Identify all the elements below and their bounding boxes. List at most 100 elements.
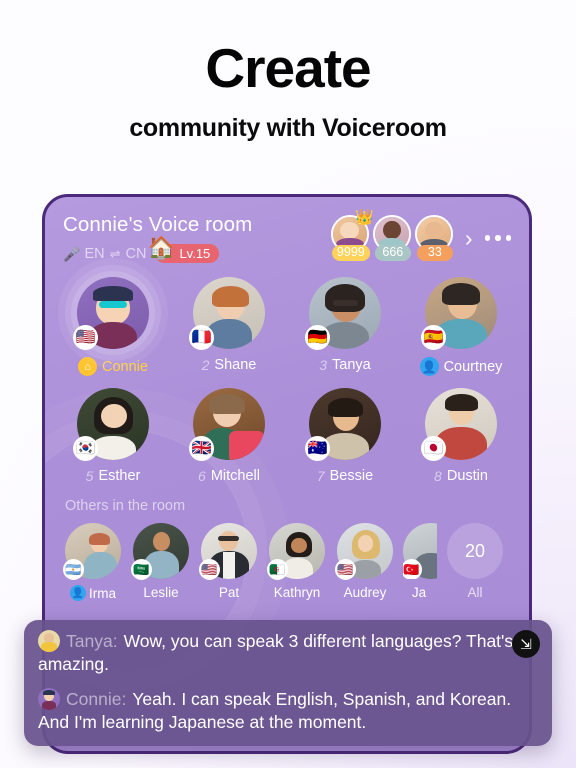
speaker-seat[interactable]: 🇦🇺 7 Bessie [287, 388, 403, 492]
chat-message: Tanya: Wow, you can speak 3 different lan… [38, 630, 538, 677]
top-supporter-item[interactable]: 33 [414, 215, 455, 261]
speaker-seat[interactable]: 🇪🇸 👤 Courtney [403, 277, 519, 384]
view-all-participants[interactable]: 20 All [445, 523, 505, 600]
flag-icon: 🇪🇸 [421, 325, 446, 350]
other-label: Audrey [344, 585, 387, 600]
speaker-name: Connie [102, 358, 148, 375]
other-participant[interactable]: 🇩🇿 Kathryn [267, 523, 327, 600]
avatar-wrap: 🇬🇧 [189, 388, 265, 461]
speaker-seat-number: 6 [198, 468, 206, 484]
avatar-wrap: 🇩🇿 [267, 523, 325, 580]
flag-icon: 🇯🇵 [421, 436, 446, 461]
speaker-seat[interactable]: 🇫🇷 2 Shane [171, 277, 287, 384]
avatar-wrap: 🇺🇸 [73, 277, 149, 350]
other-name: Ja [411, 585, 427, 600]
expand-icon[interactable]: ⇲ [512, 630, 540, 658]
others-list: 🇦🇷 👤 Irma 🇸🇦 Leslie 🇺🇸 Pat 🇩🇿 Kathryn 🇺🇸… [45, 514, 529, 601]
speaker-name: Bessie [329, 468, 374, 484]
speaker-seat-number: 2 [201, 357, 210, 373]
avatar [38, 630, 60, 652]
flag-icon: 🇩🇿 [267, 559, 288, 580]
other-label: Pat [219, 585, 239, 600]
speaker-seat[interactable]: 🇰🇷 5 Esther [55, 388, 171, 492]
swap-icon: ⇌ [109, 245, 121, 261]
speaker-label: 7 Bessie [317, 468, 373, 484]
speaker-grid: 🇺🇸 ⌂ Connie 🇫🇷 2 Shane 🇩🇪 3 Tanya 🇪🇸 👤 C… [45, 263, 529, 492]
supporter-count: 9999 [331, 245, 370, 261]
speaker-seat-number: 7 [316, 468, 325, 484]
chat-speaker-name: Connie: [66, 688, 127, 709]
page-subtitle: community with Voiceroom [129, 113, 447, 142]
home-badge-icon: ⌂ [78, 357, 98, 376]
avatar-wrap: 🇦🇷 [63, 523, 121, 580]
chat-message: Connie: Yeah. I can speak English, Spanis… [38, 687, 538, 735]
top-supporters-list[interactable]: 👑 9999 666 33 [330, 210, 455, 261]
user-badge-icon: 👤 [70, 585, 86, 601]
speaker-seat[interactable]: 🇺🇸 ⌂ Connie [55, 277, 171, 384]
other-label: 👤 Irma [70, 585, 116, 601]
speaker-label: 👤 Courtney [419, 357, 502, 376]
flag-icon: 🇰🇷 [73, 436, 98, 461]
other-participant[interactable]: 🇹🇷 Ja [403, 523, 437, 600]
other-participant[interactable]: 🇺🇸 Pat [199, 523, 259, 600]
more-options-icon[interactable] [483, 235, 511, 241]
avatar-wrap: 🇩🇪 [305, 277, 381, 350]
house-icon: 🏠 [147, 235, 175, 260]
avatar-wrap: 🇰🇷 [73, 388, 149, 461]
flag-icon: 🇦🇺 [305, 436, 330, 461]
other-name: Pat [218, 585, 240, 600]
flag-icon: 🇦🇷 [63, 559, 84, 580]
flag-icon: 🇺🇸 [199, 559, 220, 580]
speaker-name: Esther [98, 468, 141, 484]
flag-icon: 🇸🇦 [131, 559, 152, 580]
speaker-label: ⌂ Connie [78, 357, 148, 376]
avatar-wrap: 🇹🇷 [403, 523, 437, 579]
level-badge[interactable]: 🏠 Lv.15 [147, 237, 220, 263]
speaker-name: Mitchell [210, 468, 260, 484]
other-name: Audrey [343, 585, 387, 600]
headline-block: Create community with Voiceroom [0, 0, 576, 143]
speaker-seat-number: 8 [434, 468, 442, 484]
other-name: Irma [89, 585, 116, 601]
other-label: Leslie [143, 585, 178, 600]
avatar-wrap: 🇸🇦 [131, 523, 189, 580]
supporter-count: 33 [416, 245, 453, 261]
other-label: Kathryn [274, 585, 321, 600]
flag-icon: 🇹🇷 [403, 559, 422, 579]
speaker-seat[interactable]: 🇯🇵 8 Dustin [403, 388, 519, 492]
all-label: All [467, 585, 483, 600]
flag-icon: 🇫🇷 [189, 325, 214, 350]
all-count-circle: 20 [447, 523, 503, 579]
other-participant[interactable]: 🇸🇦 Leslie [131, 523, 191, 600]
other-participant[interactable]: 🇦🇷 👤 Irma [63, 523, 123, 601]
speaker-seat[interactable]: 🇬🇧 6 Mitchell [171, 388, 287, 492]
chevron-right-icon[interactable]: › [465, 226, 473, 250]
language-to: CN [125, 245, 147, 262]
speaker-name: Tanya [332, 357, 371, 373]
crown-icon: 👑 [355, 209, 374, 226]
top-supporter-item[interactable]: 👑 9999 [330, 210, 374, 261]
speaker-label: 5 Esther [86, 468, 141, 484]
supporter-count: 666 [374, 245, 411, 261]
avatar-wrap: 🇪🇸 [421, 277, 497, 350]
speaker-seat-number: 5 [85, 468, 94, 484]
avatar-wrap: 🇺🇸 [199, 523, 257, 580]
other-name: Leslie [143, 585, 179, 600]
avatar-wrap: 🇫🇷 [189, 277, 265, 350]
other-participant[interactable]: 🇺🇸 Audrey [335, 523, 395, 600]
avatar [38, 687, 60, 710]
flag-icon: 🇺🇸 [73, 325, 98, 350]
room-header-left: Connie's Voice room 🎤 EN ⇌ CN 🏠 Lv.15 [63, 213, 252, 263]
speaker-name: Dustin [446, 468, 488, 484]
speaker-label: 2 Shane [202, 357, 257, 373]
speaker-name: Shane [214, 357, 257, 373]
avatar-wrap: 🇺🇸 [335, 523, 393, 580]
chat-speaker-name: Tanya: [66, 631, 118, 651]
top-supporter-item[interactable]: 666 [372, 215, 413, 261]
speaker-seat[interactable]: 🇩🇪 3 Tanya [287, 277, 403, 384]
speaker-label: 6 Mitchell [198, 468, 260, 484]
user-badge-icon: 👤 [419, 357, 439, 376]
room-meta-row: 🎤 EN ⇌ CN 🏠 Lv.15 [63, 237, 252, 263]
flag-icon: 🇩🇪 [305, 325, 330, 350]
room-header-right: 👑 9999 666 33 › [330, 210, 511, 261]
